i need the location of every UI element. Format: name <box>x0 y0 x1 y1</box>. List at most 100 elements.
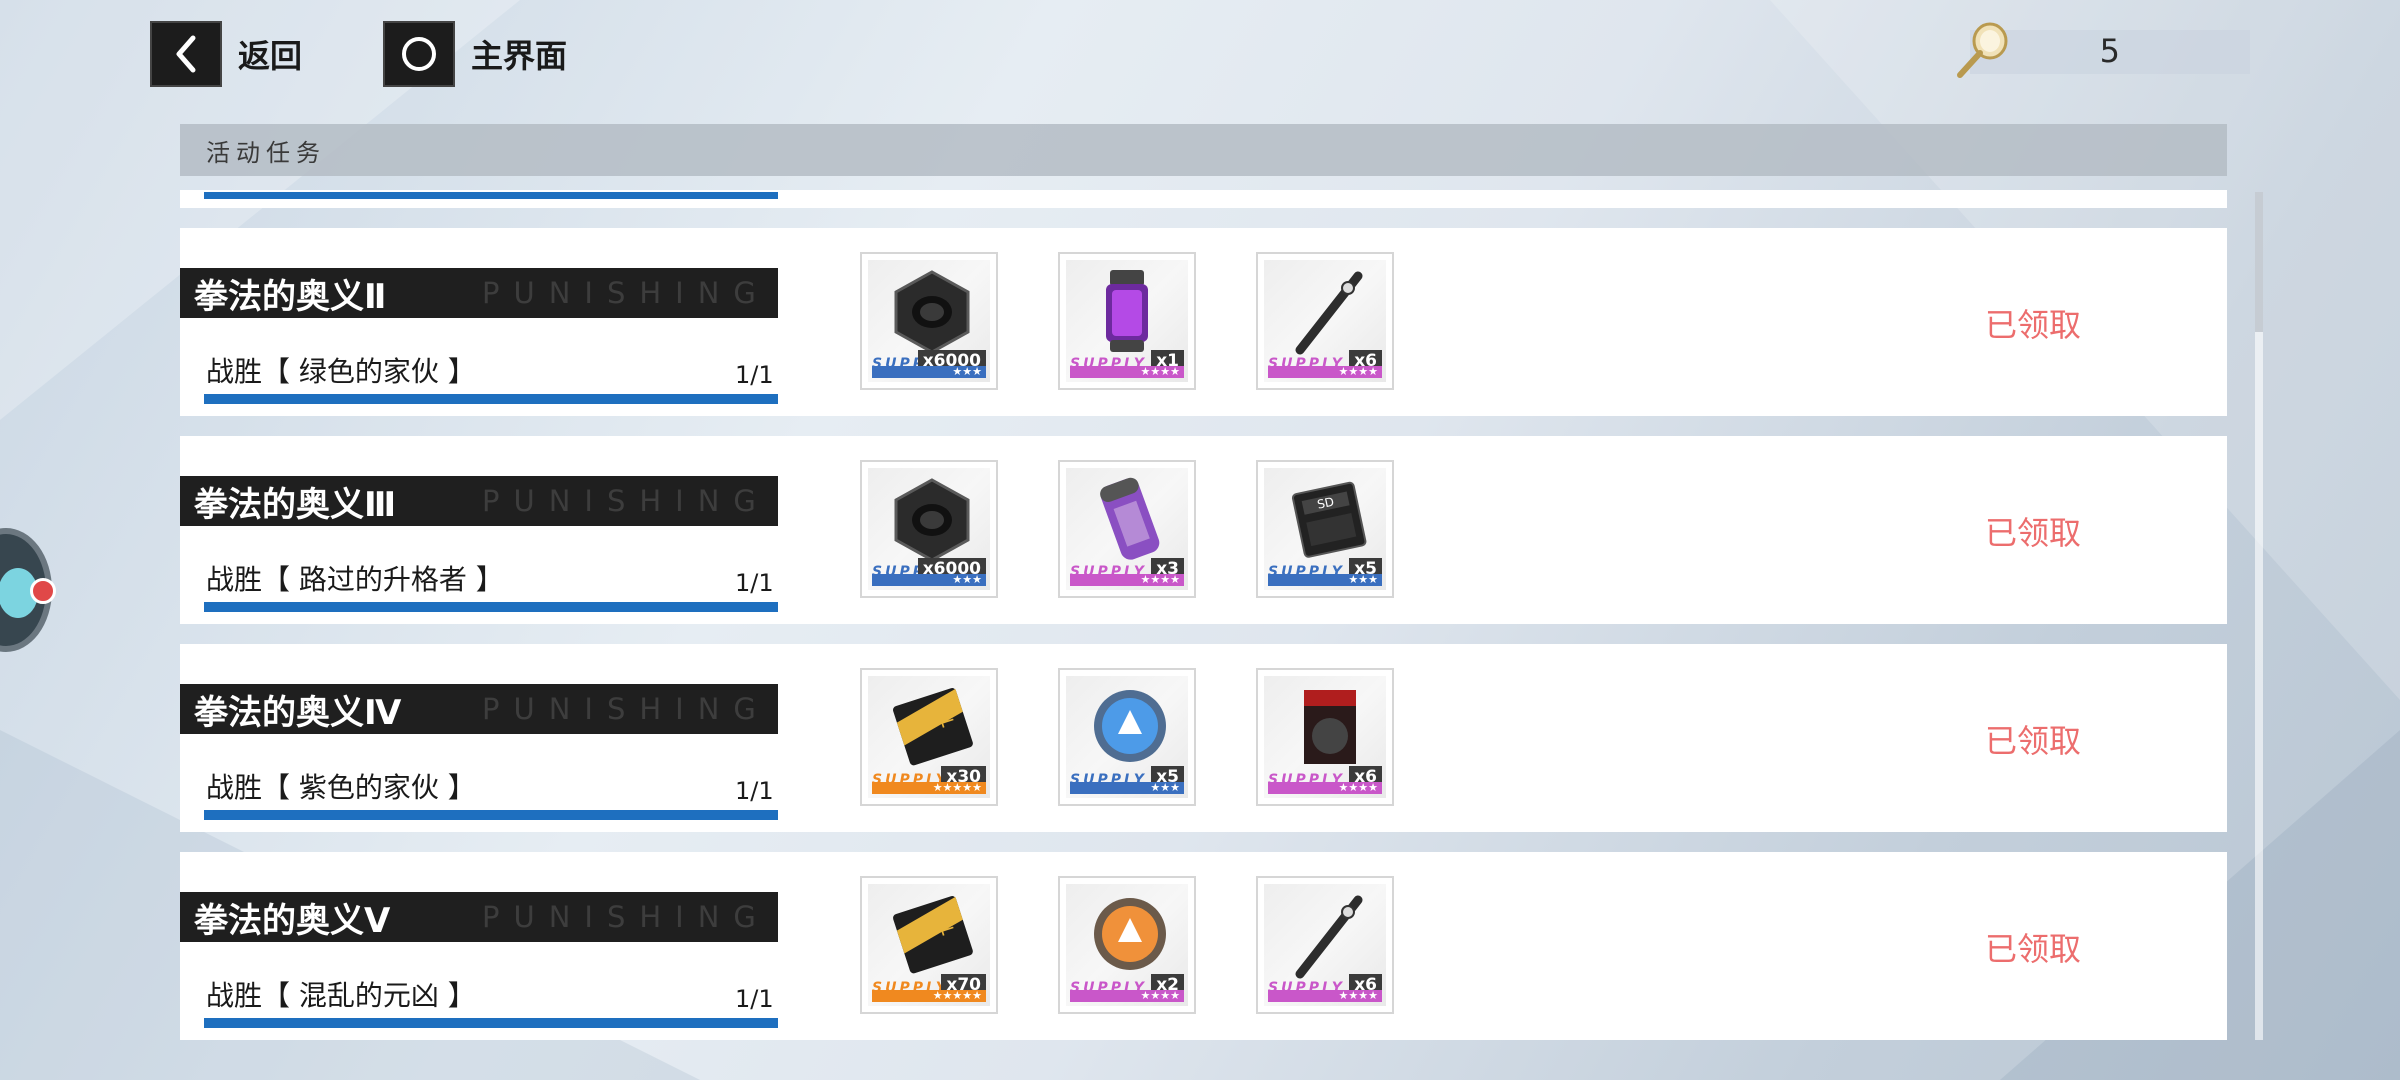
task-title-bar: 拳法的奥义Ⅴ PUNISHING <box>180 892 778 942</box>
rarity-stars: ★★★★ <box>1070 574 1184 586</box>
section-title: 活动任务 <box>206 138 326 167</box>
task-card: 拳法的奥义Ⅳ PUNISHING 战胜【 紫色的家伙 】 1/1 ⌐ SUPPLY… <box>180 644 2227 832</box>
task-card: 拳法的奥义Ⅲ PUNISHING 战胜【 路过的升格者 】 1/1 SUPPLY… <box>180 436 2227 624</box>
reward-item[interactable]: ⌐ SUPPLY x30 ★★★★★ <box>860 668 998 806</box>
section-header: 活动任务 <box>180 124 2227 176</box>
progress-bar <box>204 394 778 404</box>
reward-item[interactable]: SUPPLY x3 ★★★★ <box>1058 460 1196 598</box>
reward-item-frame: ⌐ SUPPLY x70 ★★★★★ <box>868 884 990 1006</box>
task-progress-count: 1/1 <box>735 569 774 597</box>
task-title: 拳法的奥义Ⅴ <box>194 900 391 941</box>
rarity-stars: ★★★ <box>872 574 986 586</box>
scrollbar-thumb[interactable] <box>2255 192 2263 332</box>
currency-display: 5 <box>1950 22 2250 78</box>
task-title-bar: 拳法的奥义Ⅱ PUNISHING <box>180 268 778 318</box>
rarity-stars: ★★★ <box>872 366 986 378</box>
home-label: 主界面 <box>471 37 568 75</box>
claimed-status: 已领取 <box>1984 514 2081 552</box>
blue-coin-icon <box>1080 682 1180 772</box>
purple-energy-canister-icon <box>1080 266 1180 356</box>
reward-item[interactable]: ⌐ SUPPLY x70 ★★★★★ <box>860 876 998 1014</box>
hand-mirror-icon <box>1950 19 2014 83</box>
task-progress-count: 1/1 <box>735 985 774 1013</box>
task-condition: 战胜【 路过的升格者 】 <box>206 563 504 596</box>
watermark-text: PUNISHING <box>482 692 770 726</box>
task-title: 拳法的奥义Ⅲ <box>194 484 397 525</box>
task-condition: 战胜【 混乱的元凶 】 <box>206 979 476 1012</box>
currency-value: 5 <box>2099 32 2120 70</box>
circle-icon <box>383 21 455 87</box>
rarity-stars: ★★★★ <box>1070 366 1184 378</box>
task-title: 拳法的奥义Ⅳ <box>194 692 402 733</box>
orange-coin-icon <box>1080 890 1180 980</box>
watermark-text: PUNISHING <box>482 900 770 934</box>
reward-list: SUPPLY x6000 ★★★ SUPPLY x1 ★★★★ SUPPLY x6 ★★★★ <box>860 252 1394 390</box>
rarity-stars: ★★★ <box>1070 782 1184 794</box>
reward-item[interactable]: SUPPLY x2 ★★★★ <box>1058 876 1196 1014</box>
reward-item[interactable]: SUPPLY x6000 ★★★ <box>860 460 998 598</box>
home-button[interactable]: 主界面 <box>383 20 567 88</box>
scrollbar[interactable] <box>2255 192 2263 1040</box>
notification-dot <box>30 578 56 604</box>
metal-rod-icon <box>1278 890 1378 980</box>
rarity-stars: ★★★★★ <box>872 782 986 794</box>
back-button[interactable]: 返回 <box>150 20 302 88</box>
reward-item-frame: SUPPLY x5 ★★★ <box>1066 676 1188 798</box>
reward-item-frame: SUPPLY x6000 ★★★ <box>868 468 990 590</box>
reward-item-frame: ⌐ SUPPLY x30 ★★★★★ <box>868 676 990 798</box>
poster-card-icon <box>1278 682 1378 772</box>
hex-nut-icon <box>882 474 982 564</box>
task-card: 拳法的奥义Ⅱ PUNISHING 战胜【 绿色的家伙 】 1/1 SUPPLY x… <box>180 228 2227 416</box>
reward-item[interactable]: SUPPLY x1 ★★★★ <box>1058 252 1196 390</box>
task-card-partial <box>180 190 2227 208</box>
rarity-stars: ★★★★ <box>1268 990 1382 1002</box>
reward-list: SUPPLY x6000 ★★★ SUPPLY x3 ★★★★ SD SUPPLY x5 ★★… <box>860 460 1394 598</box>
sd-chip-icon: SD <box>1278 474 1378 564</box>
rarity-stars: ★★★★ <box>1268 366 1382 378</box>
task-title: 拳法的奥义Ⅱ <box>194 276 387 317</box>
reward-item-frame: SUPPLY x1 ★★★★ <box>1066 260 1188 382</box>
task-list[interactable]: 拳法的奥义Ⅱ PUNISHING 战胜【 绿色的家伙 】 1/1 SUPPLY x… <box>180 228 2227 1060</box>
task-title-bar: 拳法的奥义Ⅳ PUNISHING <box>180 684 778 734</box>
reward-list: ⌐ SUPPLY x70 ★★★★★ SUPPLY x2 ★★★★ SUPPLY x6 ★★★… <box>860 876 1394 1014</box>
reward-item-frame: SUPPLY x3 ★★★★ <box>1066 468 1188 590</box>
claimed-status: 已领取 <box>1984 930 2081 968</box>
purple-capsule-icon <box>1080 474 1180 564</box>
reward-item-frame: SUPPLY x6 ★★★★ <box>1264 884 1386 1006</box>
claimed-status: 已领取 <box>1984 306 2081 344</box>
claimed-status: 已领取 <box>1984 722 2081 760</box>
task-progress-count: 1/1 <box>735 361 774 389</box>
rarity-stars: ★★★★ <box>1070 990 1184 1002</box>
back-label: 返回 <box>238 37 303 75</box>
watermark-text: PUNISHING <box>482 276 770 310</box>
reward-item[interactable]: SUPPLY x6 ★★★★ <box>1256 668 1394 806</box>
hex-nut-icon <box>882 266 982 356</box>
reward-item[interactable]: SUPPLY x6000 ★★★ <box>860 252 998 390</box>
gold-card-icon: ⌐ <box>882 682 982 772</box>
reward-item[interactable]: SD SUPPLY x5 ★★★ <box>1256 460 1394 598</box>
reward-item[interactable]: SUPPLY x5 ★★★ <box>1058 668 1196 806</box>
gold-card-icon: ⌐ <box>882 890 982 980</box>
assistant-mascot-icon[interactable] <box>0 528 56 652</box>
reward-item[interactable]: SUPPLY x6 ★★★★ <box>1256 252 1394 390</box>
task-condition: 战胜【 紫色的家伙 】 <box>206 771 476 804</box>
progress-bar <box>204 1018 778 1028</box>
metal-rod-icon <box>1278 266 1378 356</box>
reward-item-frame: SUPPLY x6 ★★★★ <box>1264 676 1386 798</box>
rarity-stars: ★★★ <box>1268 574 1382 586</box>
task-progress-count: 1/1 <box>735 777 774 805</box>
reward-item-frame: SUPPLY x6000 ★★★ <box>868 260 990 382</box>
progress-bar <box>204 810 778 820</box>
reward-item-frame: SUPPLY x6 ★★★★ <box>1264 260 1386 382</box>
task-condition: 战胜【 绿色的家伙 】 <box>206 355 476 388</box>
chevron-left-icon <box>150 21 222 87</box>
task-card: 拳法的奥义Ⅴ PUNISHING 战胜【 混乱的元凶 】 1/1 ⌐ SUPPLY… <box>180 852 2227 1040</box>
progress-bar <box>204 192 778 199</box>
reward-item-frame: SD SUPPLY x5 ★★★ <box>1264 468 1386 590</box>
reward-item[interactable]: SUPPLY x6 ★★★★ <box>1256 876 1394 1014</box>
task-title-bar: 拳法的奥义Ⅲ PUNISHING <box>180 476 778 526</box>
reward-item-frame: SUPPLY x2 ★★★★ <box>1066 884 1188 1006</box>
rarity-stars: ★★★★★ <box>872 990 986 1002</box>
rarity-stars: ★★★★ <box>1268 782 1382 794</box>
reward-list: ⌐ SUPPLY x30 ★★★★★ SUPPLY x5 ★★★ SUPPLY x6 ★★★★ <box>860 668 1394 806</box>
